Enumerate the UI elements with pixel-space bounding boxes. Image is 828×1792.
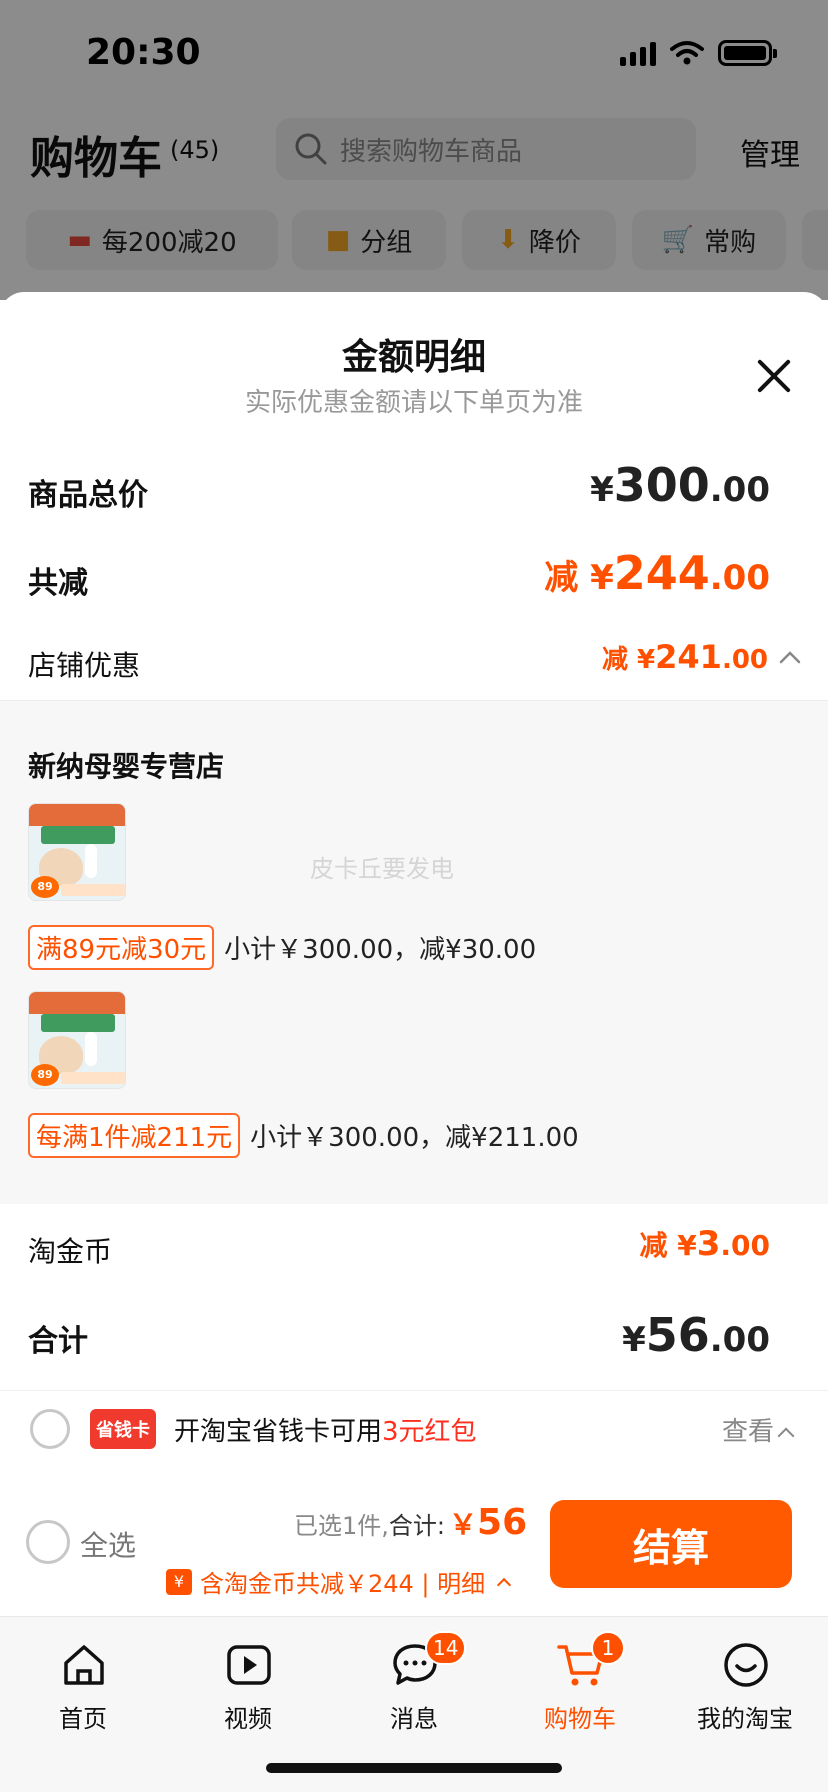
coin-icon: ¥ — [166, 1568, 192, 1595]
row-total-discount: 共减 减 ¥244.00 — [0, 546, 828, 606]
promo-line: 满89元减30元 小计￥300.00，减¥30.00 — [28, 925, 536, 970]
modal-overlay[interactable] — [0, 0, 828, 300]
profile-icon — [724, 1643, 768, 1687]
sheet-subtitle: 实际优惠金额请以下单页为准 — [244, 388, 583, 418]
promo-line: 每满1件减211元 小计￥300.00，减¥211.00 — [28, 1113, 579, 1158]
watermark: 皮卡丘要发电 — [310, 855, 454, 883]
checkout-bar: 全选 已选1件,合计: ￥56 ¥ 含淘金币共减￥244 | 明细 结算 — [0, 1466, 828, 1616]
chevron-up-icon — [777, 1427, 795, 1445]
row-label: 共减 — [28, 566, 88, 601]
video-icon — [227, 1645, 271, 1685]
promo-subtotal: 小计￥300.00，减¥211.00 — [250, 1123, 579, 1153]
view-button[interactable]: 查看 — [722, 1411, 795, 1448]
tab-bar: 首页 视频 14 消息 1 购物车 我的淘宝 — [0, 1616, 828, 1792]
row-label: 合计 — [28, 1324, 88, 1359]
coins-detail-link[interactable]: ¥ 含淘金币共减￥244 | 明细 — [166, 1564, 512, 1599]
row-sum: 合计 ¥56.00 — [0, 1308, 828, 1368]
promo-subtotal: 小计￥300.00，减¥30.00 — [224, 935, 537, 965]
checkout-total: 56 — [477, 1502, 528, 1543]
total-discount-amount: 减 ¥244.00 — [544, 546, 770, 600]
tab-video[interactable]: 视频 — [173, 1631, 323, 1741]
tab-my-taobao[interactable]: 我的淘宝 — [670, 1631, 820, 1741]
row-store-discount[interactable]: 店铺优惠 减 ¥241.00 — [0, 638, 828, 688]
savings-card-checkbox[interactable] — [30, 1409, 70, 1449]
chevron-up-icon — [497, 1577, 512, 1592]
row-total-price: 商品总价 ¥300.00 — [0, 458, 828, 518]
promo-tag: 每满1件减211元 — [28, 1113, 241, 1158]
savings-card-text: 开淘宝省钱卡可用3元红包 — [174, 1417, 477, 1447]
product-thumbnail[interactable]: 89 — [28, 803, 126, 901]
savings-card-badge: 省钱卡 — [90, 1409, 156, 1449]
row-label: 淘金币 — [28, 1235, 113, 1268]
tab-messages[interactable]: 14 消息 — [339, 1631, 489, 1741]
tab-cart[interactable]: 1 购物车 — [505, 1631, 655, 1741]
home-indicator — [266, 1763, 562, 1773]
store-name: 新纳母婴专营店 — [28, 750, 225, 783]
checkout-button[interactable]: 结算 — [550, 1500, 792, 1588]
coins-amount: 减 ¥3.00 — [639, 1224, 770, 1264]
select-all-checkbox[interactable] — [26, 1520, 70, 1564]
sheet-title: 金额明细 — [341, 337, 486, 378]
total-price-amount: ¥300.00 — [590, 458, 770, 512]
close-icon[interactable] — [754, 356, 794, 396]
promo-tag: 满89元减30元 — [28, 925, 215, 970]
sum-amount: ¥56.00 — [622, 1308, 770, 1362]
chevron-up-icon[interactable] — [778, 646, 802, 670]
selected-summary: 已选1件,合计: ￥56 — [294, 1502, 528, 1543]
row-coins: 淘金币 减 ¥3.00 — [0, 1224, 828, 1274]
row-label: 店铺优惠 — [28, 649, 141, 682]
home-icon — [64, 1645, 104, 1685]
savings-card-promo: 省钱卡 开淘宝省钱卡可用3元红包 查看 — [0, 1390, 828, 1466]
message-badge: 14 — [425, 1631, 467, 1665]
product-thumbnail[interactable]: 89 — [28, 991, 126, 1089]
select-all-label[interactable]: 全选 — [80, 1524, 136, 1564]
store-discount-panel: 新纳母婴专营店 皮卡丘要发电 89 满89元减30元 小计￥300.00，减¥3… — [0, 700, 828, 1204]
tab-home[interactable]: 首页 — [8, 1631, 158, 1741]
store-discount-amount: 减 ¥241.00 — [601, 638, 768, 676]
cart-badge: 1 — [591, 1631, 625, 1665]
row-label: 商品总价 — [28, 478, 148, 513]
